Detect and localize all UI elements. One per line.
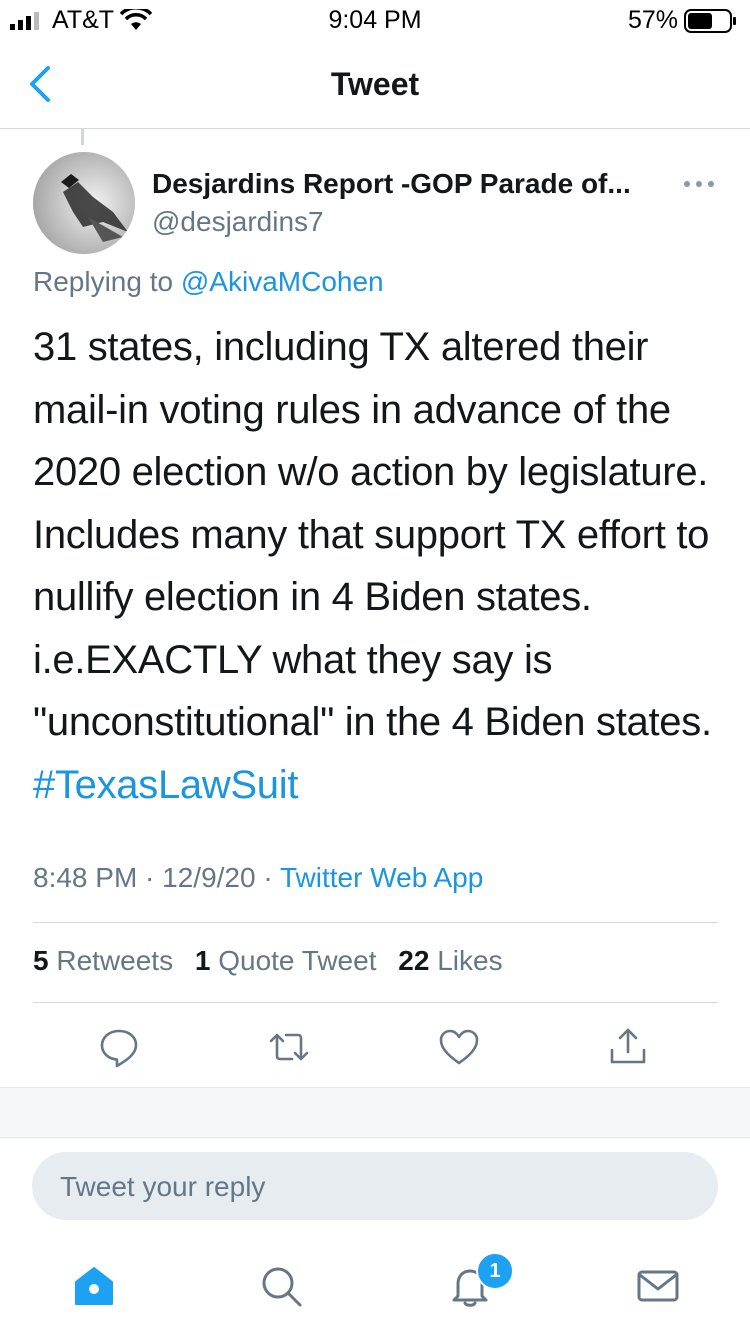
likes-stat[interactable]: 22 Likes [398,945,502,976]
tweet-source[interactable]: Twitter Web App [280,862,483,893]
search-icon[interactable] [257,1262,305,1310]
tweet-stats: 5 Retweets 1 Quote Tweet 22 Likes [33,945,517,977]
reply-input[interactable] [58,1152,702,1222]
battery-percent: 57% [627,6,678,34]
like-icon[interactable] [436,1024,482,1070]
tweet-text: 31 states, including TX altered their ma… [33,316,733,816]
hashtag-link[interactable]: #TexasLawSuit [33,763,298,807]
retweets-label: Retweets [56,945,174,976]
messages-icon[interactable] [634,1262,682,1310]
reply-composer[interactable] [32,1152,718,1222]
more-options-icon[interactable] [680,172,720,196]
share-icon[interactable] [605,1024,651,1070]
likes-count: 22 [398,945,430,976]
tweet-meta: 8:48 PM · 12/9/20 · Twitter Web App [33,862,483,894]
likes-label: Likes [437,945,503,976]
status-bar: AT&T 9:04 PM 57% [0,0,750,40]
tweet-body: 31 states, including TX altered their ma… [33,325,712,744]
header-divider [0,128,750,129]
tweet-timestamp: 8:48 PM · 12/9/20 · [33,862,280,893]
section-separator [0,1087,750,1138]
author-handle[interactable]: @desjardins7 [152,206,324,238]
replying-to-mention[interactable]: @AkivaMCohen [181,266,384,297]
avatar-image [33,152,135,254]
quotes-label: Quote Tweet [218,945,377,976]
notifications-badge: 1 [476,1252,514,1290]
meta-divider [33,922,718,923]
stats-divider [33,1002,718,1003]
page-title: Tweet [330,66,420,102]
quotes-stat[interactable]: 1 Quote Tweet [195,945,377,976]
quotes-count: 1 [194,945,211,976]
replying-to-line: Replying to @AkivaMCohen [33,266,384,298]
reply-icon[interactable] [96,1024,142,1070]
retweets-count: 5 [33,945,49,976]
avatar[interactable] [33,152,135,254]
battery-icon [684,9,736,33]
retweets-stat[interactable]: 5 Retweets [33,945,173,976]
thread-connector [81,129,84,145]
author-display-name[interactable]: Desjardins Report -GOP Parade of... [152,168,631,200]
retweet-icon[interactable] [266,1024,312,1070]
home-icon[interactable] [70,1262,118,1310]
replying-to-prefix: Replying to [33,266,181,297]
